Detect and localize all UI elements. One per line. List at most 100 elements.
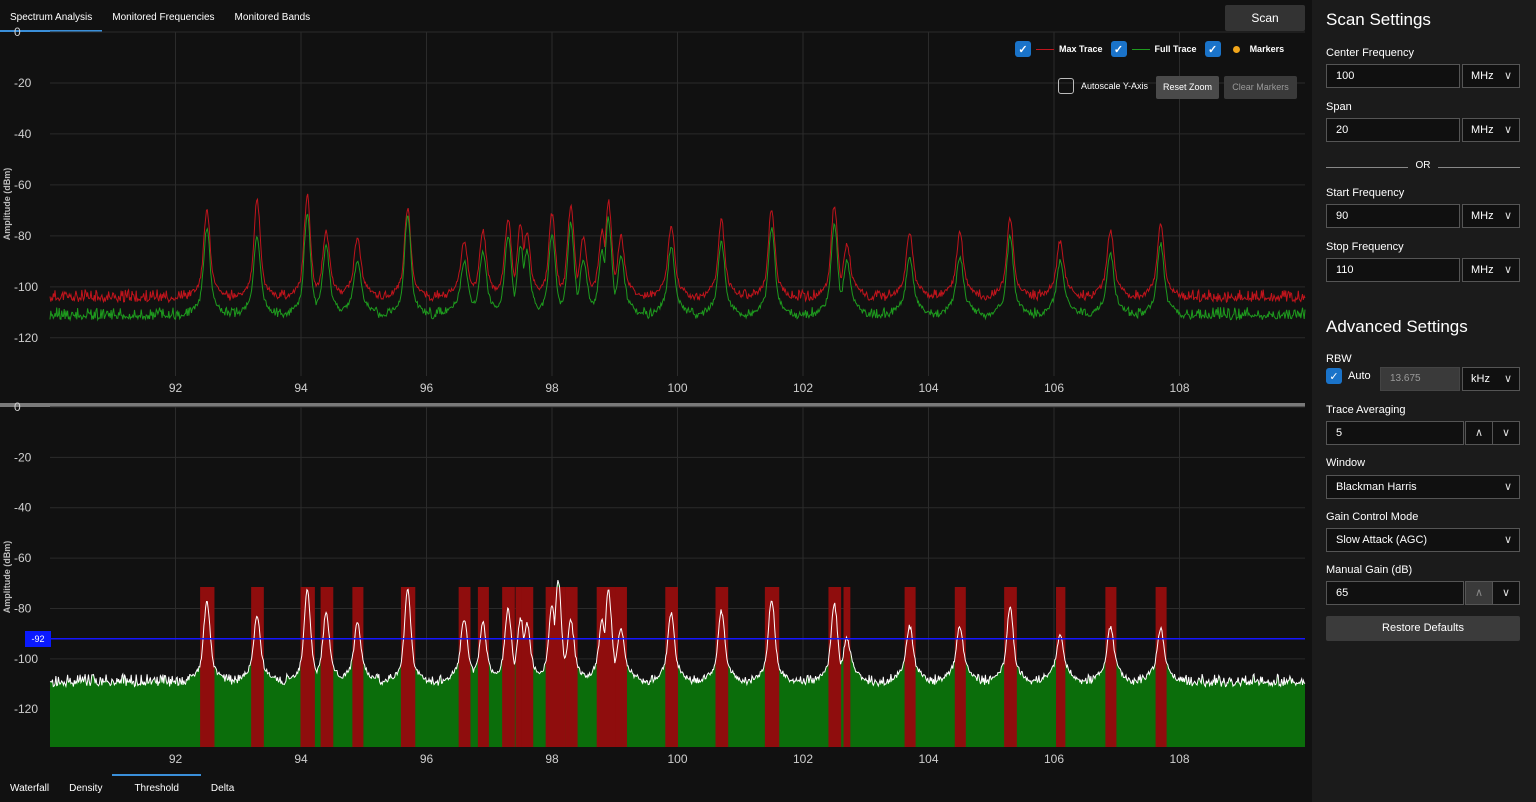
- stop-unit-select[interactable]: MHz ∨: [1462, 258, 1520, 282]
- over-threshold-region: [715, 587, 729, 747]
- bottom-x-tick-label: 104: [918, 752, 938, 766]
- bottom-x-tick-label: 92: [169, 752, 183, 766]
- rbw-auto-checkbox[interactable]: ✓: [1326, 368, 1342, 384]
- over-threshold-region: [1105, 587, 1117, 747]
- center-unit-value: MHz: [1471, 70, 1494, 82]
- rbw-label: RBW: [1326, 353, 1352, 365]
- autoscale-toggle[interactable]: Autoscale Y-Axis: [1058, 78, 1148, 94]
- reset-zoom-button[interactable]: Reset Zoom: [1156, 76, 1219, 99]
- autoscale-checkbox[interactable]: [1058, 78, 1074, 94]
- chevron-down-icon: ∨: [1503, 481, 1512, 493]
- start-unit-select[interactable]: MHz ∨: [1462, 204, 1520, 228]
- full-trace-swatch: [1131, 48, 1150, 50]
- chevron-down-icon: ∨: [1503, 534, 1512, 546]
- threshold-handle[interactable]: -92: [25, 631, 51, 647]
- manual-gain-input[interactable]: 65: [1326, 581, 1464, 605]
- bottom-y-tick-label: -100: [14, 652, 38, 666]
- start-frequency-input[interactable]: 90: [1326, 204, 1460, 228]
- bottom-y-tick-label: -80: [14, 601, 32, 615]
- span-unit-select[interactable]: MHz ∨: [1462, 118, 1520, 142]
- window-value: Blackman Harris: [1336, 481, 1417, 493]
- over-threshold-region: [352, 587, 364, 747]
- stop-frequency-input[interactable]: 110: [1326, 258, 1460, 282]
- center-unit-select[interactable]: MHz ∨: [1462, 64, 1520, 88]
- markers-label: Markers: [1249, 44, 1285, 54]
- bottom-y-tick-label: -60: [14, 551, 32, 565]
- window-label: Window: [1326, 457, 1366, 469]
- tab-density[interactable]: Density: [59, 776, 112, 802]
- autoscale-label: Autoscale Y-Axis: [1081, 81, 1149, 91]
- over-threshold-region: [665, 587, 678, 747]
- manual-gain-label: Manual Gain (dB): [1326, 564, 1413, 576]
- threshold-chart[interactable]: 0 -20 -40 -60 -80 -100 -120 92 94 96 98 100 102 104 10…: [0, 0, 1312, 776]
- over-threshold-region: [1155, 587, 1167, 747]
- bottom-x-tick-label: 100: [667, 752, 687, 766]
- over-threshold-region: [828, 587, 842, 747]
- full-trace-checkbox[interactable]: ✓: [1110, 41, 1127, 57]
- bottom-x-tick-label: 106: [1044, 752, 1064, 766]
- trace-averaging-label: Trace Averaging: [1326, 404, 1406, 416]
- bottom-y-tick-label: -40: [14, 501, 32, 515]
- over-threshold-region: [764, 587, 780, 747]
- over-threshold-region: [320, 587, 334, 747]
- span-input[interactable]: 20: [1326, 118, 1460, 142]
- bottom-x-tick-label: 98: [545, 752, 559, 766]
- chevron-up-icon[interactable]: ∧: [1465, 421, 1493, 445]
- advanced-settings-title: Advanced Settings: [1326, 317, 1468, 336]
- window-select[interactable]: Blackman Harris ∨: [1326, 475, 1520, 499]
- over-threshold-region: [904, 587, 916, 747]
- gain-control-mode-select[interactable]: Slow Attack (AGC) ∨: [1326, 528, 1520, 552]
- over-threshold-region: [458, 587, 471, 747]
- over-threshold-region: [1056, 587, 1066, 747]
- clear-markers-button[interactable]: Clear Markers: [1224, 76, 1297, 99]
- start-frequency-label: Start Frequency: [1326, 187, 1405, 199]
- rbw-unit-select[interactable]: kHz ∨: [1462, 367, 1520, 391]
- over-threshold-region: [843, 587, 851, 747]
- max-trace-swatch: [1036, 48, 1054, 50]
- span-label: Span: [1326, 101, 1352, 113]
- over-threshold-region: [1004, 587, 1017, 747]
- full-trace-label: Full Trace: [1154, 44, 1197, 54]
- markers-swatch: [1232, 45, 1240, 53]
- chevron-down-icon: ∨: [1503, 70, 1512, 82]
- stop-unit-value: MHz: [1471, 264, 1494, 276]
- stop-frequency-label: Stop Frequency: [1326, 241, 1404, 253]
- bottom-y-tick-label: -120: [14, 702, 38, 716]
- tab-threshold[interactable]: Threshold: [112, 774, 202, 802]
- rbw-auto-label: Auto: [1348, 370, 1371, 382]
- over-threshold-region: [565, 587, 578, 747]
- over-threshold-region: [400, 587, 416, 747]
- max-trace-label: Max Trace: [1059, 44, 1103, 54]
- rbw-input[interactable]: 13.675: [1380, 367, 1460, 391]
- markers-checkbox[interactable]: ✓: [1204, 41, 1221, 57]
- over-threshold-region: [200, 587, 215, 747]
- bottom-y-tick-label: 0: [14, 400, 21, 414]
- gain-control-mode-value: Slow Attack (AGC): [1336, 534, 1428, 546]
- chevron-up-icon[interactable]: ∧: [1465, 581, 1493, 605]
- bottom-x-tick-label: 108: [1169, 752, 1189, 766]
- over-threshold-region: [300, 587, 315, 747]
- chevron-down-icon: ∨: [1503, 210, 1512, 222]
- max-trace-checkbox[interactable]: ✓: [1015, 41, 1031, 57]
- legend: ✓ Max Trace ✓ Full Trace ✓ Markers: [1015, 41, 1284, 57]
- chevron-down-icon: ∨: [1503, 373, 1512, 385]
- chevron-down-icon[interactable]: ∨: [1492, 421, 1520, 445]
- span-unit-value: MHz: [1471, 124, 1494, 136]
- over-threshold-region: [477, 587, 489, 747]
- bottom-x-tick-label: 96: [420, 752, 434, 766]
- chevron-down-icon[interactable]: ∨: [1492, 581, 1520, 605]
- view-tabs: Waterfall Density Threshold Delta: [0, 774, 244, 802]
- tab-waterfall[interactable]: Waterfall: [0, 776, 59, 802]
- center-frequency-input[interactable]: 100: [1326, 64, 1460, 88]
- spectrum-pane: Spectrum Analysis Monitored Frequencies …: [0, 0, 1312, 802]
- over-threshold-region: [615, 587, 627, 747]
- tab-delta[interactable]: Delta: [201, 776, 244, 802]
- bottom-y-axis-label: Amplitude (dBm): [2, 541, 12, 614]
- trace-averaging-input[interactable]: 5: [1326, 421, 1464, 445]
- or-divider: OR: [1326, 160, 1520, 171]
- center-frequency-label: Center Frequency: [1326, 47, 1415, 59]
- over-threshold-region: [521, 587, 534, 747]
- rbw-auto-toggle[interactable]: ✓ Auto: [1326, 368, 1371, 384]
- restore-defaults-button[interactable]: Restore Defaults: [1326, 616, 1520, 641]
- settings-panel: Scan Settings Center Frequency 100 MHz ∨ …: [1312, 0, 1536, 802]
